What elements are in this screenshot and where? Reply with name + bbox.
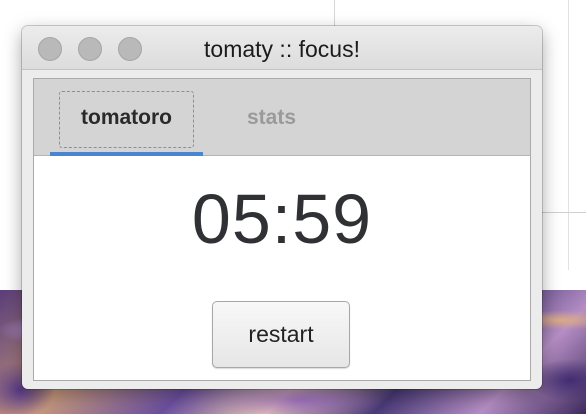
app-window: tomaty :: focus! tomatoro stats 05:59 re… — [22, 26, 542, 389]
tab-stats[interactable]: stats — [214, 79, 329, 156]
timer-display: 05:59 — [191, 180, 373, 258]
window-title: tomaty :: focus! — [204, 36, 360, 62]
background-divider — [542, 212, 586, 213]
content-frame: tomatoro stats 05:59 restart — [33, 78, 531, 381]
background-divider — [334, 0, 335, 26]
tab-bar: tomatoro stats — [34, 79, 530, 156]
title-bar[interactable]: tomaty :: focus! — [22, 26, 542, 70]
restart-button[interactable]: restart — [212, 301, 350, 368]
tab-tomatoro[interactable]: tomatoro — [50, 79, 203, 156]
tab-label: tomatoro — [81, 105, 172, 129]
background-divider — [568, 0, 569, 270]
selected-tab-indicator — [50, 152, 203, 156]
tab-label: stats — [246, 105, 297, 129]
